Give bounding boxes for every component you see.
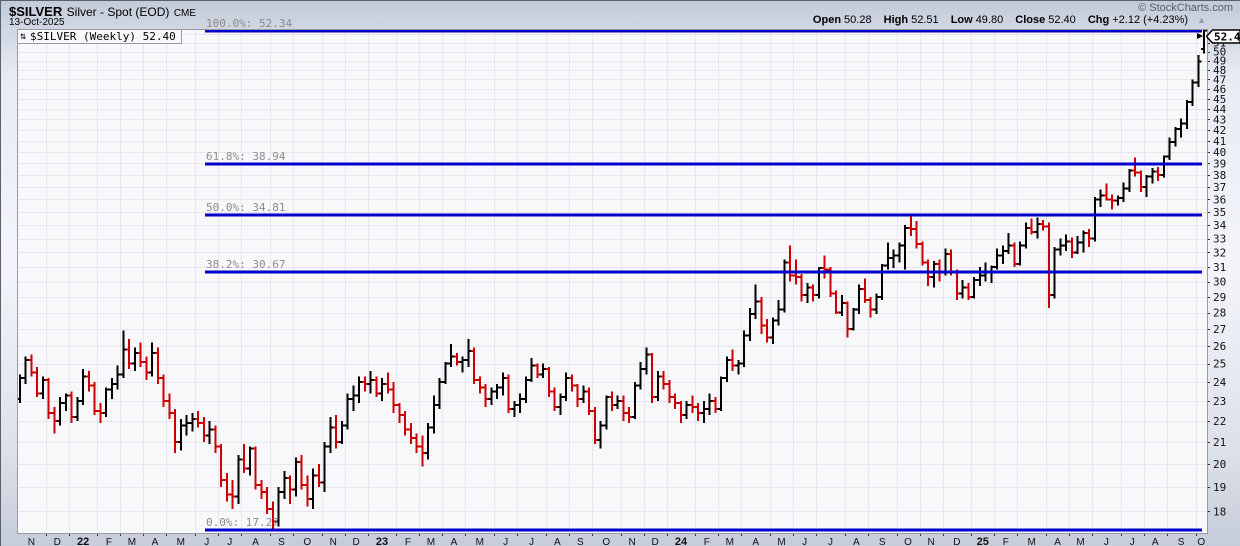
x-axis-label: D (953, 537, 960, 546)
y-axis-label: 24 (1213, 376, 1227, 389)
x-axis-label: M (726, 537, 734, 546)
x-axis-label: F (1003, 537, 1009, 546)
x-axis-label: M (427, 537, 435, 546)
symbol-exchange: CME (174, 8, 196, 19)
x-axis-label: M (1076, 537, 1084, 546)
x-axis-label: J (802, 537, 807, 546)
open-label: Open (813, 14, 841, 26)
x-axis-label: A (252, 537, 259, 546)
x-axis-label: J (503, 537, 508, 546)
y-axis-label: 20 (1213, 458, 1226, 471)
y-axis-label: 19 (1213, 481, 1226, 494)
x-axis-label: S (1178, 537, 1185, 546)
x-axis-label: O (303, 537, 311, 546)
y-axis-label: 32 (1213, 246, 1226, 259)
ohlc-readout: Open50.28 High52.51 Low49.80 Close52.40 … (813, 14, 1206, 26)
x-axis-label: A (554, 537, 561, 546)
x-axis-label: D (651, 537, 658, 546)
x-axis-label: O (1197, 537, 1205, 546)
price-tag-value: 52.40 (1214, 31, 1240, 44)
x-axis-label: S (278, 537, 285, 546)
fib-label: 100.0%: 52.34 (206, 17, 292, 30)
x-axis-label: F (405, 537, 411, 546)
y-axis-label: 31 (1213, 261, 1226, 274)
x-axis-label: O (602, 537, 610, 546)
x-axis-label: M (777, 537, 785, 546)
legend-text: $SILVER (Weekly) 52.40 (30, 30, 176, 43)
x-axis-label: A (752, 537, 759, 546)
x-axis-label: N (330, 537, 337, 546)
x-axis-label: J (1130, 537, 1135, 546)
chg-value: +2.12 (+4.23%) (1112, 14, 1188, 26)
x-axis-label: J (529, 537, 534, 546)
y-axis-label: 22 (1213, 415, 1226, 428)
x-axis-label: J (227, 537, 232, 546)
close-value: 52.40 (1048, 14, 1076, 26)
x-axis-label: F (704, 537, 710, 546)
last-price-tag: 52.40 (1206, 29, 1240, 44)
x-axis-label: M (1027, 537, 1035, 546)
x-axis-label: A (1152, 537, 1159, 546)
symbol-name: Silver - Spot (EOD) (67, 5, 170, 19)
chart-date: 13-Oct-2025 (9, 17, 65, 28)
y-axis-label: 30 (1213, 276, 1226, 289)
y-axis-label: 18 (1213, 505, 1226, 518)
low-label: Low (951, 14, 973, 26)
chart-legend: ⇅ $SILVER (Weekly) 52.40 (18, 30, 182, 44)
x-axis-label: S (577, 537, 584, 546)
chg-label: Chg (1088, 14, 1109, 26)
y-axis-label: 35 (1213, 206, 1226, 219)
fib-label: 0.0%: 17.27 (206, 516, 279, 529)
x-axis-label: S (879, 537, 886, 546)
y-axis-label: 33 (1213, 233, 1226, 246)
y-axis-label: 25 (1213, 358, 1226, 371)
x-axis-label: M (177, 537, 185, 546)
up-arrow-icon: ▲ (1197, 15, 1206, 25)
price-style-icon: ⇅ (20, 30, 26, 43)
x-axis-label: A (853, 537, 860, 546)
price-chart-plot[interactable]: N D 22 F M A M J J A S O N D 23 F M A M J J A S O N D 24 F M A M J J A S O N… (1, 1, 1240, 546)
low-value: 49.80 (976, 14, 1004, 26)
y-axis-label: 37 (1213, 181, 1226, 194)
fib-label: 38.2%: 30.67 (206, 258, 285, 271)
x-axis-label: 24 (675, 536, 688, 546)
x-axis-label: F (106, 537, 112, 546)
y-axis-label: 21 (1213, 436, 1226, 449)
x-axis-label: A (1054, 537, 1061, 546)
fib-label: 50.0%: 34.81 (206, 201, 285, 214)
x-axis-label: J (204, 537, 209, 546)
x-axis-label: A (152, 537, 159, 546)
y-axis-label: 26 (1213, 340, 1226, 353)
close-label: Close (1015, 14, 1045, 26)
open-value: 50.28 (844, 14, 872, 26)
x-axis-label: N (28, 537, 35, 546)
x-axis-label: M (476, 537, 484, 546)
x-axis-label: N (629, 537, 636, 546)
y-axis-label: 36 (1213, 193, 1226, 206)
x-axis-label: 22 (77, 536, 89, 546)
high-label: High (884, 14, 908, 26)
x-axis-label: M (128, 537, 136, 546)
fib-label: 61.8%: 38.94 (206, 150, 286, 163)
high-value: 52.51 (911, 14, 939, 26)
copyright-label: © StockCharts.com (1138, 2, 1233, 14)
x-axis-label: O (904, 537, 912, 546)
chart-window: N D 22 F M A M J J A S O N D 23 F M A M J J A S O N D 24 F M A M J J A S O N… (0, 0, 1240, 546)
x-axis-label: J (1104, 537, 1109, 546)
y-axis-label: 34 (1213, 219, 1227, 232)
y-axis-label: 29 (1213, 291, 1226, 304)
x-axis-label: A (451, 537, 458, 546)
x-axis-label: 25 (977, 536, 989, 546)
y-axis-label: 28 (1213, 307, 1226, 320)
x-axis-label: D (353, 537, 360, 546)
x-axis-label: N (927, 537, 934, 546)
x-axis-label: 23 (376, 536, 388, 546)
y-axis-label: 23 (1213, 395, 1226, 408)
x-axis-label: J (828, 537, 833, 546)
y-axis-label: 27 (1213, 323, 1226, 336)
x-axis-label: D (54, 537, 61, 546)
